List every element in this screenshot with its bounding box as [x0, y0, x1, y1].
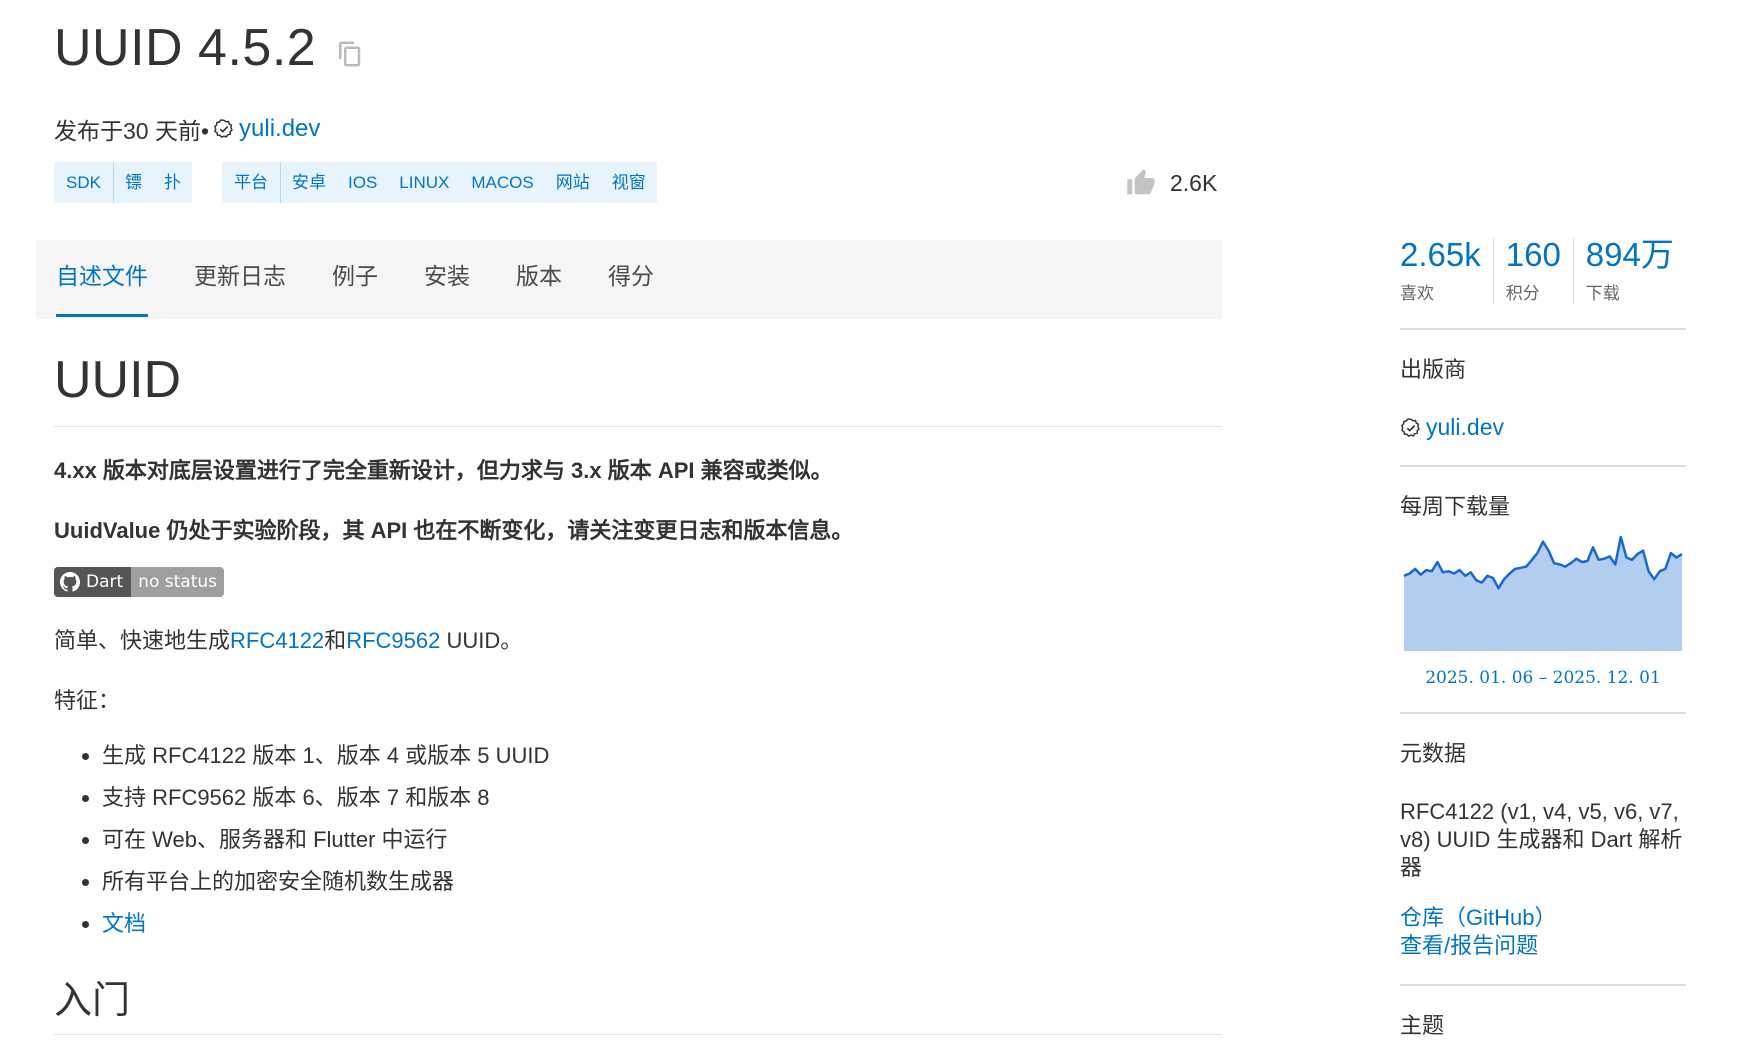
sidebar-publisher-link[interactable]: yuli.dev	[1426, 414, 1504, 441]
detail-tabs: 自述文件 更新日志 例子 安装 版本 得分	[36, 240, 1222, 319]
publisher-link[interactable]: yuli.dev	[239, 115, 320, 143]
repository-link[interactable]: 仓库（GitHub）	[1400, 904, 1686, 932]
intro-suffix: UUID。	[440, 628, 523, 653]
tag-android[interactable]: 安卓	[281, 162, 337, 203]
tag-platform[interactable]: 平台	[222, 162, 281, 203]
tab-versions[interactable]: 版本	[516, 240, 562, 319]
tab-changelog[interactable]: 更新日志	[194, 240, 286, 319]
feature-item-docs: 文档	[102, 903, 1222, 945]
score-stats[interactable]: 2.65k 喜欢 160 积分 894万 下载	[1400, 238, 1686, 330]
stat-points: 160 积分	[1492, 236, 1573, 304]
tag-flutter[interactable]: 扑	[153, 162, 192, 203]
getting-started-heading: 入门	[54, 969, 1222, 1035]
readme-content: UUID 4.xx 版本对底层设置进行了完全重新设计，但力求与 3.x 版本 A…	[54, 350, 1222, 1035]
readme-heading: UUID	[54, 350, 1222, 427]
repo-links: 仓库（GitHub） 查看/报告问题	[1400, 904, 1686, 960]
features-label: 特征：	[54, 688, 121, 713]
docs-link[interactable]: 文档	[102, 911, 146, 936]
rfc4122-link[interactable]: RFC4122	[230, 628, 324, 653]
verified-publisher-icon	[1400, 417, 1420, 437]
feature-item: 可在 Web、服务器和 Flutter 中运行	[102, 819, 1222, 861]
badge-left: Dart	[54, 567, 132, 597]
metadata-title: 元数据	[1400, 741, 1467, 766]
readme-note-v4: 4.xx 版本对底层设置进行了完全重新设计，但力求与 3.x 版本 API 兼容…	[54, 458, 833, 483]
feature-item: 支持 RFC9562 版本 6、版本 7 和版本 8	[102, 777, 1222, 819]
publisher-title: 出版商	[1400, 357, 1467, 382]
intro-prefix: 简单、快速地生成	[54, 628, 231, 653]
tag-linux[interactable]: LINUX	[388, 162, 460, 203]
stat-likes-value: 2.65k	[1400, 236, 1481, 273]
stat-downloads-value: 894万	[1585, 236, 1674, 273]
readme-intro: 简单、快速地生成RFC4122和RFC9562 UUID。	[54, 623, 1222, 655]
publisher-section: 出版商 yuli.dev	[1400, 330, 1686, 467]
weekly-downloads-chart[interactable]: 2025. 01. 06 – 2025. 12. 01	[1400, 533, 1686, 688]
topics-section: 主题	[1400, 986, 1686, 1050]
tab-example[interactable]: 例子	[332, 240, 378, 319]
metadata-section: 元数据 RFC4122 (v1, v4, v5, v6, v7, v8) UUI…	[1400, 714, 1686, 986]
chart-date-range: 2025. 01. 06 – 2025. 12. 01	[1425, 668, 1661, 688]
features-list: 生成 RFC4122 版本 1、版本 4 或版本 5 UUID 支持 RFC95…	[54, 735, 1222, 945]
sidebar: 2.65k 喜欢 160 积分 894万 下载 出版商 yuli.dev 每周下…	[1400, 238, 1686, 1050]
tag-sdk[interactable]: SDK	[54, 162, 114, 203]
package-description: RFC4122 (v1, v4, v5, v6, v7, v8) UUID 生成…	[1400, 799, 1683, 880]
tag-windows[interactable]: 视窗	[601, 162, 657, 203]
readme-note-uuidvalue: UuidValue 仍处于实验阶段，其 API 也在不断变化，请关注变更日志和版…	[54, 518, 854, 543]
stat-likes-label: 喜欢	[1400, 284, 1434, 303]
verified-publisher-icon	[213, 119, 233, 139]
sidebar-publisher[interactable]: yuli.dev	[1400, 414, 1686, 441]
tag-macos[interactable]: MACOS	[460, 162, 544, 203]
sdk-tags: SDK 镖 扑	[54, 162, 192, 203]
tag-dart[interactable]: 镖	[114, 162, 153, 203]
weekly-downloads-title: 每周下载量	[1400, 494, 1511, 519]
stat-points-value: 160	[1505, 236, 1561, 273]
copy-icon[interactable]	[334, 39, 364, 69]
badge-label: Dart	[86, 572, 124, 592]
github-icon	[60, 572, 80, 592]
tab-readme[interactable]: 自述文件	[56, 240, 148, 319]
publish-meta: 发布于30 天前• yuli.dev	[54, 112, 320, 146]
platform-tags: 平台 安卓 IOS LINUX MACOS 网站 视窗	[222, 162, 657, 203]
tab-scores[interactable]: 得分	[608, 240, 654, 319]
weekly-downloads-section: 每周下载量 2025. 01. 06 – 2025. 12. 01	[1400, 467, 1686, 714]
like-count: 2.6K	[1170, 169, 1218, 196]
tag-web[interactable]: 网站	[545, 162, 601, 203]
ci-status-badge[interactable]: Dart no status	[54, 567, 224, 597]
topics-title: 主题	[1400, 1013, 1445, 1038]
feature-item: 所有平台上的加密安全随机数生成器	[102, 861, 1222, 903]
downloads-area	[1404, 537, 1682, 651]
like-button[interactable]: 2.6K	[1126, 168, 1217, 198]
title-row: UUID 4.5.2	[54, 18, 364, 78]
badge-status: no status	[131, 567, 224, 597]
rfc9562-link[interactable]: RFC9562	[346, 628, 440, 653]
package-title: UUID 4.5.2	[54, 19, 317, 77]
tab-installing[interactable]: 安装	[424, 240, 470, 319]
stat-points-label: 积分	[1505, 284, 1540, 303]
issues-link[interactable]: 查看/报告问题	[1400, 932, 1686, 960]
intro-and: 和	[324, 628, 347, 653]
stat-downloads: 894万 下载	[1572, 236, 1686, 304]
thumbs-up-icon	[1127, 169, 1155, 195]
downloads-sparkline	[1403, 535, 1683, 651]
stat-downloads-label: 下载	[1585, 284, 1620, 303]
stat-likes: 2.65k 喜欢	[1400, 238, 1493, 304]
tag-ios[interactable]: IOS	[337, 162, 388, 203]
published-text: 发布于30 天前•	[54, 118, 210, 144]
feature-item: 生成 RFC4122 版本 1、版本 4 或版本 5 UUID	[102, 735, 1222, 777]
